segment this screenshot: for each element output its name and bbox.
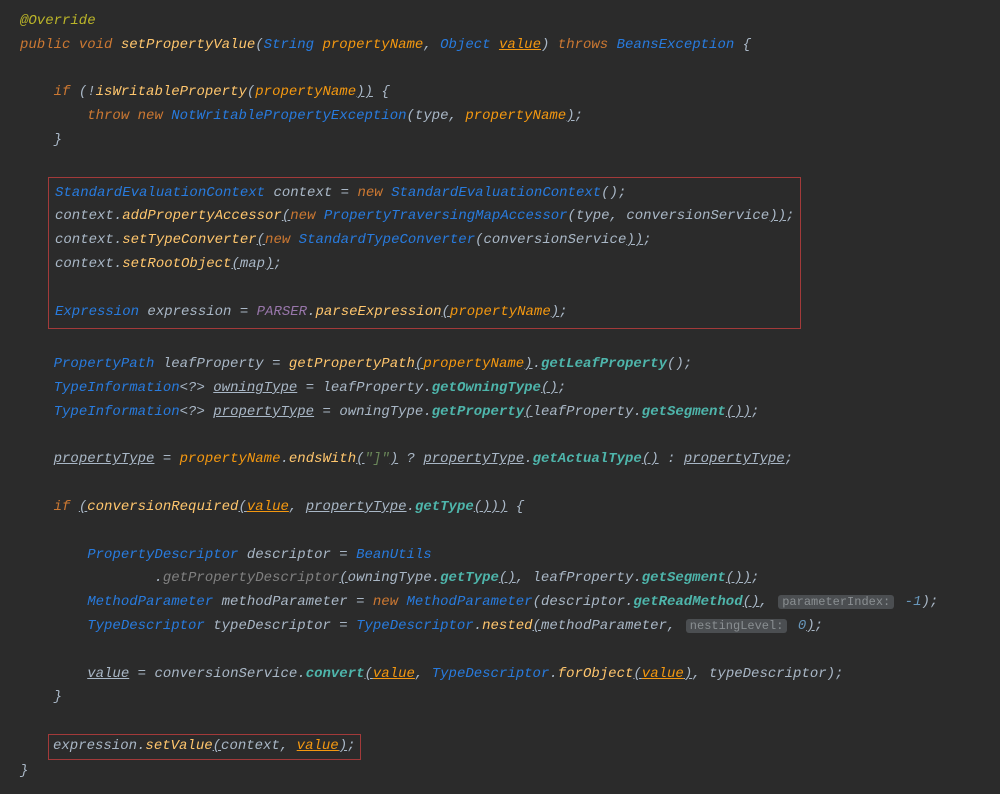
method-signature: public void setPropertyValue(String prop…: [20, 34, 995, 58]
code-editor: @Override public void setPropertyValue(S…: [20, 10, 995, 784]
inline-hint-nesting-level: nestingLevel:: [686, 619, 788, 633]
annotation: @Override: [20, 13, 96, 29]
highlight-box-2: expression.setValue(context, value);: [48, 734, 361, 760]
inline-hint-parameter-index: parameterIndex:: [778, 595, 894, 609]
highlight-box-1: StandardEvaluationContext context = new …: [48, 177, 801, 330]
